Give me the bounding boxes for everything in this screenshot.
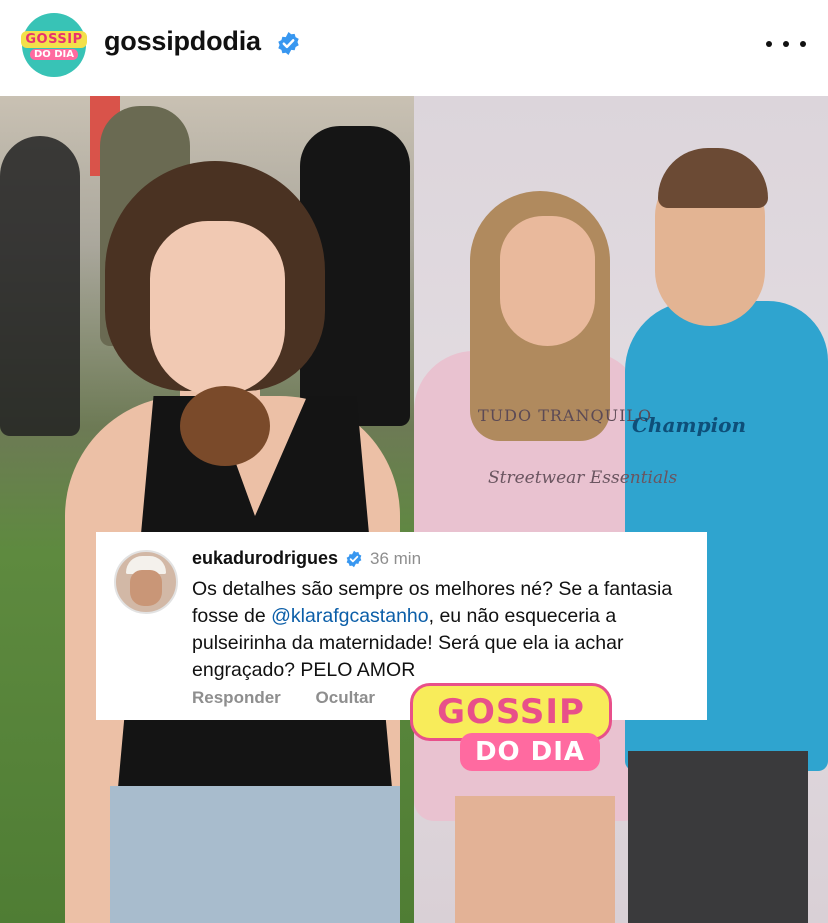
verified-badge-icon [346,550,362,568]
blonde-woman-face [500,216,595,346]
sweatshirt-print-subtitle: Streetwear Essentials [488,468,678,488]
commenter-avatar[interactable] [114,550,178,614]
sweatshirt-print-title: TUDO TRANQUILO [478,406,653,425]
mention-link[interactable]: @klarafgcastanho [271,605,428,627]
post-header: GOSSIP DO DIA gossipdodia [0,0,828,96]
hoodie-brand-text: Champion [632,413,747,437]
watermark-line2: DO DIA [474,737,586,767]
account-avatar[interactable]: GOSSIP DO DIA [21,13,87,77]
gossip-do-dia-watermark: GOSSIP DO DIA [410,683,612,773]
commenter-face [130,570,162,606]
account-username[interactable]: gossipdodia [104,26,261,57]
verified-badge-icon [278,32,299,55]
comment-actions: Responder Ocultar [192,688,405,708]
comment-timestamp: 36 min [370,549,422,568]
comment-screenshot-card: eukadurodrigues 36 min Os detalhes são s… [96,532,707,720]
comment-text: Os detalhes são sempre os melhores né? S… [192,576,692,684]
blonde-woman-legs [455,796,615,923]
watermark-bottom: DO DIA [460,733,600,771]
avatar-logo-line1: GOSSIP [21,30,87,48]
avatar-logo-line2: DO DIA [29,48,79,60]
right-scene: TUDO TRANQUILO Streetwear Essentials Cha… [0,96,828,923]
man-hair [658,148,768,208]
hide-button[interactable]: Ocultar [316,688,376,707]
more-options-icon[interactable] [766,32,806,56]
commenter-username[interactable]: eukadurodrigues [192,548,338,569]
man-pants [628,751,808,923]
watermark-line1: GOSSIP [437,692,585,732]
reply-button[interactable]: Responder [192,688,281,707]
